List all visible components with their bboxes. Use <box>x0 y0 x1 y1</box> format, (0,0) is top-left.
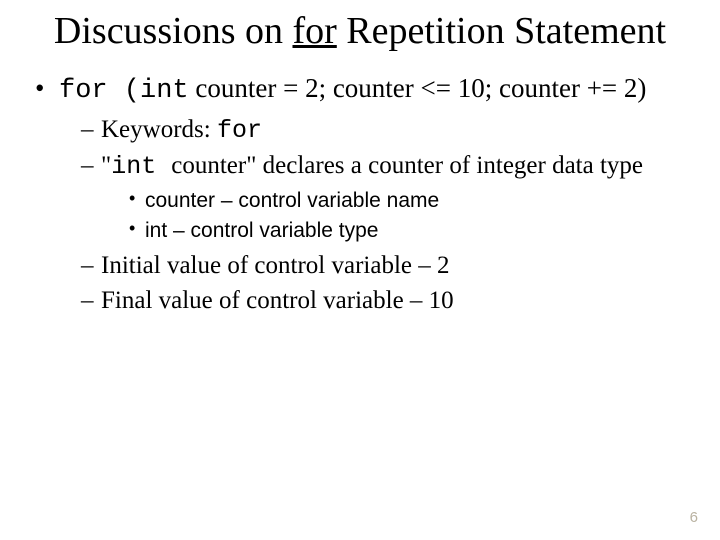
title-pre: Discussions on <box>54 10 293 52</box>
slide: Discussions on for Repetition Statement … <box>0 0 720 540</box>
code-rest: counter = 2; counter <= 10; counter += 2… <box>189 73 647 103</box>
list-item: Keywords: for <box>81 114 695 148</box>
bullet-list-level1: for (int counter = 2; counter <= 10; cou… <box>25 72 695 317</box>
list-item: int – control variable type <box>129 217 695 244</box>
slide-title: Discussions on for Repetition Statement <box>25 10 695 54</box>
keywords-value: for <box>217 116 262 145</box>
list-item: "int counter" declares a counter of inte… <box>81 150 695 244</box>
decl-rest: counter" declares a counter of integer d… <box>171 152 643 179</box>
title-post: Repetition Statement <box>337 10 666 52</box>
page-number: 6 <box>690 509 698 526</box>
bullet-list-level3: counter – control variable name int – co… <box>101 187 695 244</box>
list-item: counter – control variable name <box>129 187 695 214</box>
list-item: Initial value of control variable – 2 <box>81 250 695 283</box>
list-item: for (int counter = 2; counter <= 10; cou… <box>35 72 695 317</box>
title-keyword: for <box>292 10 336 52</box>
decl-keyword: int <box>111 152 171 181</box>
code-keyword: for (int <box>59 76 189 106</box>
keywords-label: Keywords: <box>101 116 217 143</box>
bullet-list-level2: Keywords: for "int counter" declares a c… <box>59 114 695 317</box>
list-item: Final value of control variable – 10 <box>81 285 695 318</box>
decl-quote: " <box>101 152 111 179</box>
